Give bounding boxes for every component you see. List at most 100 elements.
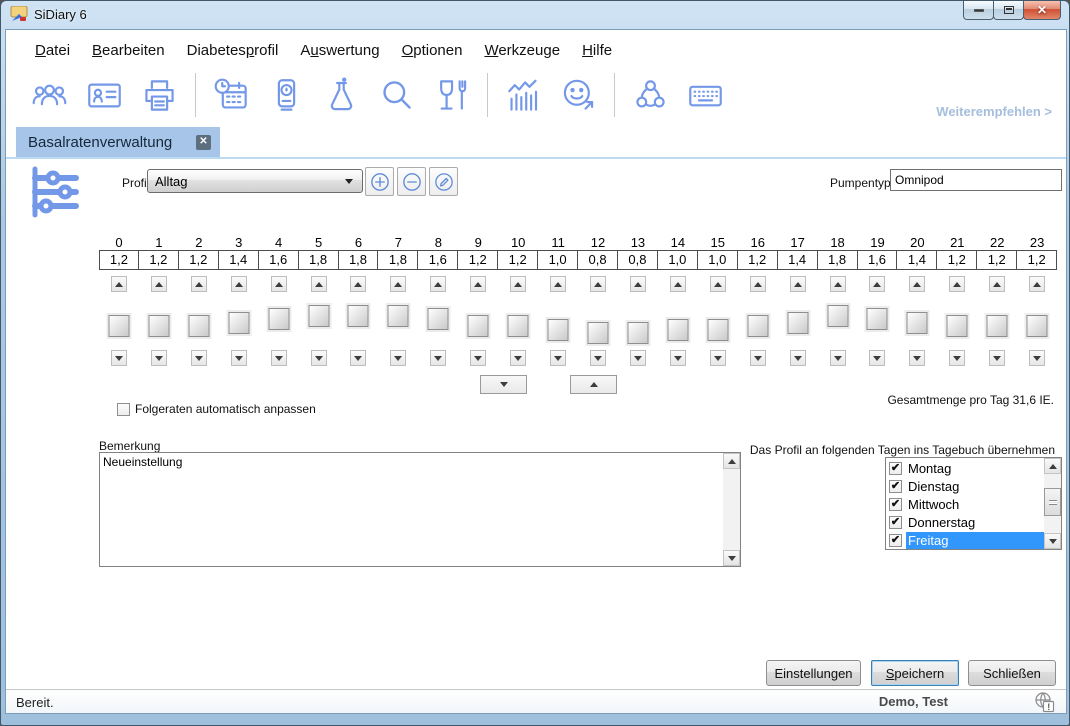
add-profile-button[interactable] — [365, 167, 394, 196]
hour-down-button[interactable] — [710, 350, 726, 366]
hour-slider-thumb[interactable] — [867, 308, 888, 330]
hour-value-field[interactable]: 0,8 — [578, 250, 618, 270]
hour-slider-track[interactable] — [1017, 292, 1057, 350]
hour-down-button[interactable] — [470, 350, 486, 366]
hour-value-field[interactable]: 1,2 — [738, 250, 778, 270]
hour-slider-thumb[interactable] — [468, 315, 489, 337]
hour-up-button[interactable] — [949, 276, 965, 292]
hour-down-button[interactable] — [909, 350, 925, 366]
hour-value-field[interactable]: 1,4 — [778, 250, 818, 270]
hour-down-button[interactable] — [869, 350, 885, 366]
hour-up-button[interactable] — [430, 276, 446, 292]
hour-slider-thumb[interactable] — [627, 322, 648, 344]
hour-slider-track[interactable] — [498, 292, 538, 350]
pump-type-input[interactable] — [890, 169, 1062, 191]
lab-flask-button[interactable] — [323, 77, 360, 114]
hour-slider-thumb[interactable] — [148, 315, 169, 337]
remark-textarea[interactable]: Neueinstellung — [99, 452, 741, 567]
hour-down-button[interactable] — [949, 350, 965, 366]
hour-value-field[interactable]: 1,0 — [538, 250, 578, 270]
hour-down-button[interactable] — [830, 350, 846, 366]
hour-up-button[interactable] — [390, 276, 406, 292]
menu-item-diabetesprofil[interactable]: Diabetesprofil — [176, 39, 290, 62]
close-tab-button[interactable]: Schließen — [968, 660, 1056, 686]
day-item-montag[interactable]: ✔Montag — [886, 459, 1044, 477]
hour-value-field[interactable]: 1,2 — [179, 250, 219, 270]
remove-profile-button[interactable] — [397, 167, 426, 196]
hour-up-button[interactable] — [550, 276, 566, 292]
share-button[interactable] — [632, 77, 669, 114]
calendar-clock-button[interactable] — [213, 77, 250, 114]
hour-down-button[interactable] — [191, 350, 207, 366]
statistics-button[interactable] — [505, 77, 542, 114]
hour-slider-thumb[interactable] — [947, 315, 968, 337]
day-item-dienstag[interactable]: ✔Dienstag — [886, 477, 1044, 495]
menu-item-auswertung[interactable]: Auswertung — [289, 39, 390, 62]
close-button[interactable]: ✕ — [1023, 1, 1061, 20]
settings-button[interactable]: Einstellungen — [766, 660, 861, 686]
hour-slider-track[interactable] — [339, 292, 379, 350]
hour-down-button[interactable] — [151, 350, 167, 366]
hour-slider-track[interactable] — [378, 292, 418, 350]
hour-slider-track[interactable] — [578, 292, 618, 350]
day-item-freitag[interactable]: ✔Freitag — [886, 531, 1044, 549]
hour-up-button[interactable] — [350, 276, 366, 292]
title-bar[interactable]: SiDiary 6 ✕ — [1, 1, 1069, 29]
hour-slider-thumb[interactable] — [707, 319, 728, 341]
save-button[interactable]: Speichern — [871, 660, 959, 686]
hour-slider-track[interactable] — [738, 292, 778, 350]
hour-up-button[interactable] — [111, 276, 127, 292]
search-button[interactable] — [378, 77, 415, 114]
patient-card-button[interactable] — [86, 77, 123, 114]
hour-value-field[interactable]: 1,4 — [219, 250, 259, 270]
food-drink-button[interactable] — [433, 77, 470, 114]
hour-slider-track[interactable] — [219, 292, 259, 350]
day-checkbox[interactable]: ✔ — [889, 516, 902, 529]
hour-value-field[interactable]: 1,2 — [937, 250, 977, 270]
day-checkbox[interactable]: ✔ — [889, 534, 902, 547]
keyboard-button[interactable] — [687, 77, 724, 114]
scroll-up-button[interactable] — [723, 453, 740, 469]
hour-slider-track[interactable] — [299, 292, 339, 350]
hour-value-field[interactable]: 1,6 — [858, 250, 898, 270]
hour-up-button[interactable] — [989, 276, 1005, 292]
hour-down-button[interactable] — [750, 350, 766, 366]
hour-up-button[interactable] — [510, 276, 526, 292]
hour-slider-thumb[interactable] — [388, 305, 409, 327]
auto-adjust-checkbox[interactable] — [117, 403, 130, 416]
hour-down-button[interactable] — [550, 350, 566, 366]
glucose-meter-button[interactable] — [268, 77, 305, 114]
hour-slider-track[interactable] — [418, 292, 458, 350]
profile-dropdown[interactable]: Alltag — [147, 169, 363, 193]
days-scrollbar[interactable] — [1044, 458, 1061, 549]
hour-value-field[interactable]: 1,2 — [99, 250, 139, 270]
hour-slider-track[interactable] — [937, 292, 977, 350]
hour-down-button[interactable] — [590, 350, 606, 366]
hour-slider-thumb[interactable] — [228, 312, 249, 334]
hour-slider-thumb[interactable] — [907, 312, 928, 334]
hour-value-field[interactable]: 1,2 — [977, 250, 1017, 270]
hour-slider-thumb[interactable] — [108, 315, 129, 337]
scroll-up-button[interactable] — [1044, 458, 1061, 474]
hour-up-button[interactable] — [311, 276, 327, 292]
hour-slider-track[interactable] — [658, 292, 698, 350]
hour-value-field[interactable]: 0,8 — [618, 250, 658, 270]
hour-slider-track[interactable] — [698, 292, 738, 350]
hour-value-field[interactable]: 1,8 — [299, 250, 339, 270]
hour-down-button[interactable] — [111, 350, 127, 366]
hour-value-field[interactable]: 1,2 — [498, 250, 538, 270]
hour-down-button[interactable] — [271, 350, 287, 366]
hour-down-button[interactable] — [790, 350, 806, 366]
hour-slider-thumb[interactable] — [667, 319, 688, 341]
recommend-link[interactable]: Weiterempfehlen > — [936, 104, 1052, 119]
menu-item-werkzeuge[interactable]: Werkzeuge — [473, 39, 571, 62]
shift-all-up-button[interactable] — [570, 375, 617, 394]
hour-slider-track[interactable] — [259, 292, 299, 350]
hour-slider-track[interactable] — [538, 292, 578, 350]
hour-slider-thumb[interactable] — [188, 315, 209, 337]
hour-up-button[interactable] — [231, 276, 247, 292]
menu-item-datei[interactable]: Datei — [24, 39, 81, 62]
hour-slider-track[interactable] — [897, 292, 937, 350]
remark-scrollbar[interactable] — [723, 453, 740, 566]
tab-basalratenverwaltung[interactable]: Basalratenverwaltung ✕ — [16, 127, 220, 157]
